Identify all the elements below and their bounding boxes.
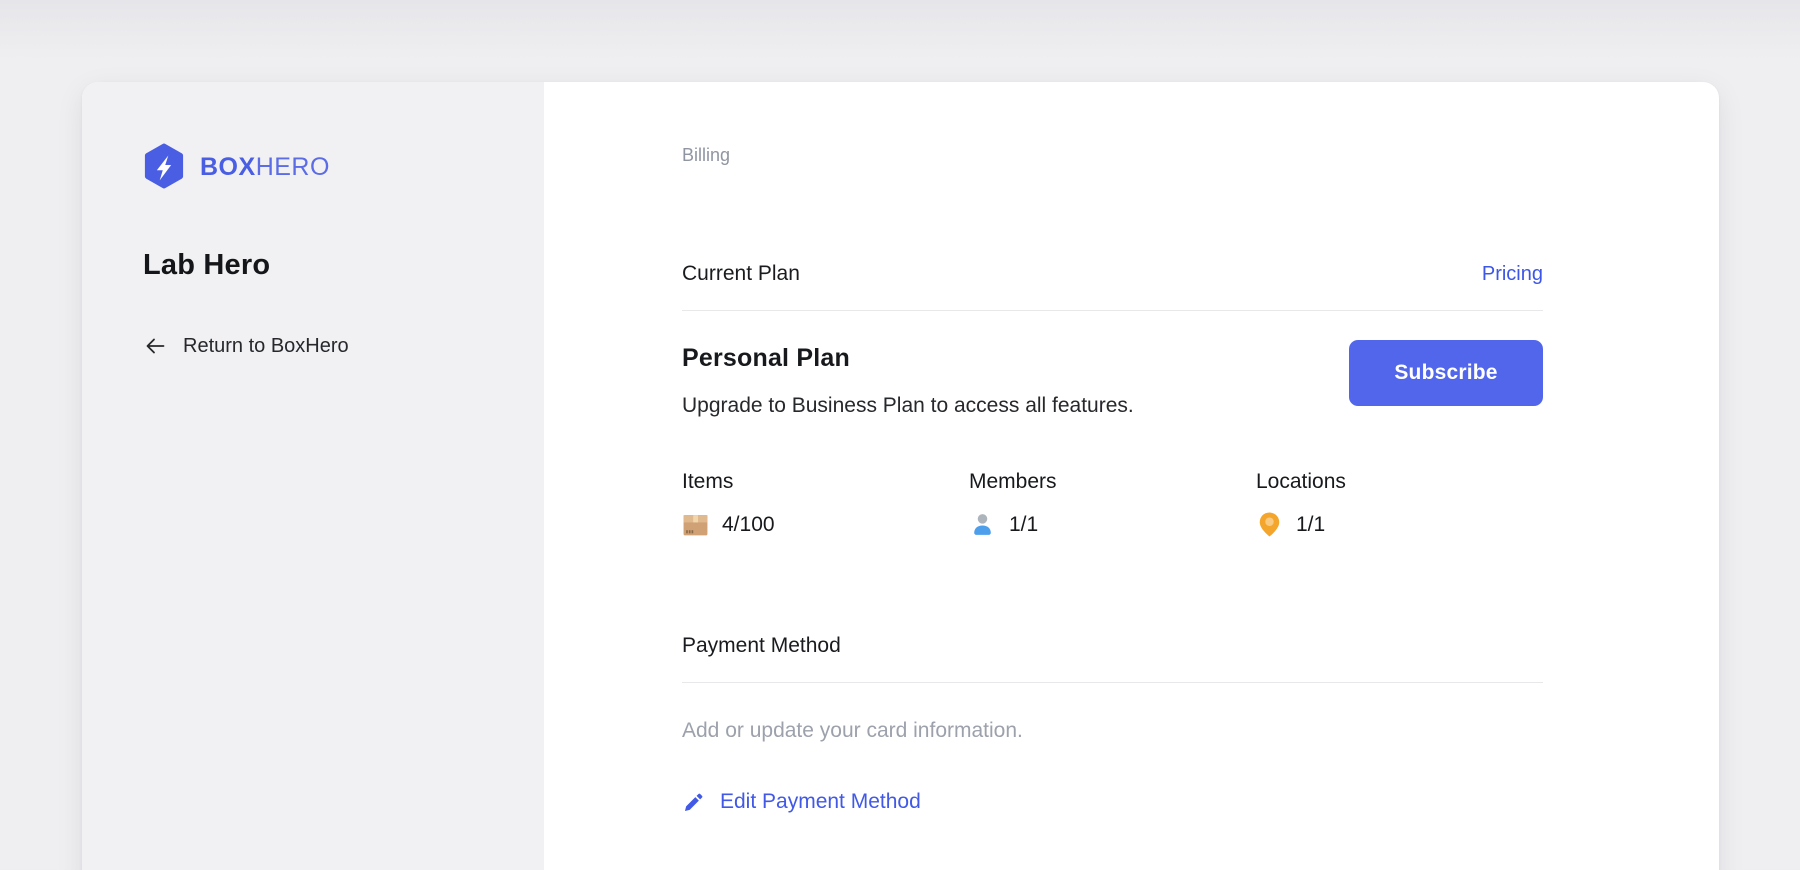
plan-info: Personal Plan Upgrade to Business Plan t… <box>682 344 1134 418</box>
stat-locations: Locations 1/1 <box>1256 470 1543 538</box>
box-icon <box>682 511 709 538</box>
wordmark-hero: HERO <box>256 153 330 181</box>
pencil-icon <box>682 791 705 814</box>
billing-card: BOXHERO Lab Hero Return to BoxHero Billi… <box>82 82 1719 870</box>
boxhero-wordmark: BOXHERO <box>200 153 330 180</box>
location-pin-icon <box>1256 511 1283 538</box>
plan-usage-stats: Items 4/100 Members <box>682 470 1543 538</box>
payment-method-title: Payment Method <box>682 634 841 658</box>
member-icon <box>969 511 996 538</box>
plan-row: Personal Plan Upgrade to Business Plan t… <box>682 344 1543 418</box>
payment-method-header: Payment Method <box>682 634 1543 683</box>
current-plan-header: Current Plan Pricing <box>682 262 1543 311</box>
stat-items-label: Items <box>682 470 969 494</box>
current-plan-title: Current Plan <box>682 262 800 286</box>
edit-payment-method-label: Edit Payment Method <box>720 790 921 814</box>
payment-method-section: Payment Method Add or update your card i… <box>682 634 1543 814</box>
stat-items: Items 4/100 <box>682 470 969 538</box>
subscribe-button[interactable]: Subscribe <box>1349 340 1543 406</box>
stat-members-label: Members <box>969 470 1256 494</box>
stat-locations-value-row: 1/1 <box>1256 511 1543 538</box>
back-arrow-icon <box>143 334 167 358</box>
wordmark-box: BOX <box>200 153 256 181</box>
page-title: Billing <box>682 145 1543 166</box>
plan-description: Upgrade to Business Plan to access all f… <box>682 394 1134 418</box>
current-plan-section: Current Plan Pricing Personal Plan Upgra… <box>682 262 1543 538</box>
stat-items-value: 4/100 <box>722 513 775 537</box>
main-content: Billing Current Plan Pricing Personal Pl… <box>544 82 1719 870</box>
stat-members-value-row: 1/1 <box>969 511 1256 538</box>
boxhero-logo: BOXHERO <box>143 143 514 189</box>
pricing-link[interactable]: Pricing <box>1482 263 1543 286</box>
workspace-name: Lab Hero <box>143 249 514 282</box>
sidebar: BOXHERO Lab Hero Return to BoxHero <box>82 82 544 870</box>
payment-method-description: Add or update your card information. <box>682 719 1543 743</box>
return-to-boxhero-link[interactable]: Return to BoxHero <box>143 334 349 358</box>
return-link-label: Return to BoxHero <box>183 335 349 358</box>
plan-name: Personal Plan <box>682 344 1134 373</box>
boxhero-logo-icon <box>143 143 185 189</box>
stat-locations-value: 1/1 <box>1296 513 1325 537</box>
stat-members: Members 1/1 <box>969 470 1256 538</box>
stat-items-value-row: 4/100 <box>682 511 969 538</box>
edit-payment-method-link[interactable]: Edit Payment Method <box>682 790 921 814</box>
stat-locations-label: Locations <box>1256 470 1543 494</box>
stat-members-value: 1/1 <box>1009 513 1038 537</box>
